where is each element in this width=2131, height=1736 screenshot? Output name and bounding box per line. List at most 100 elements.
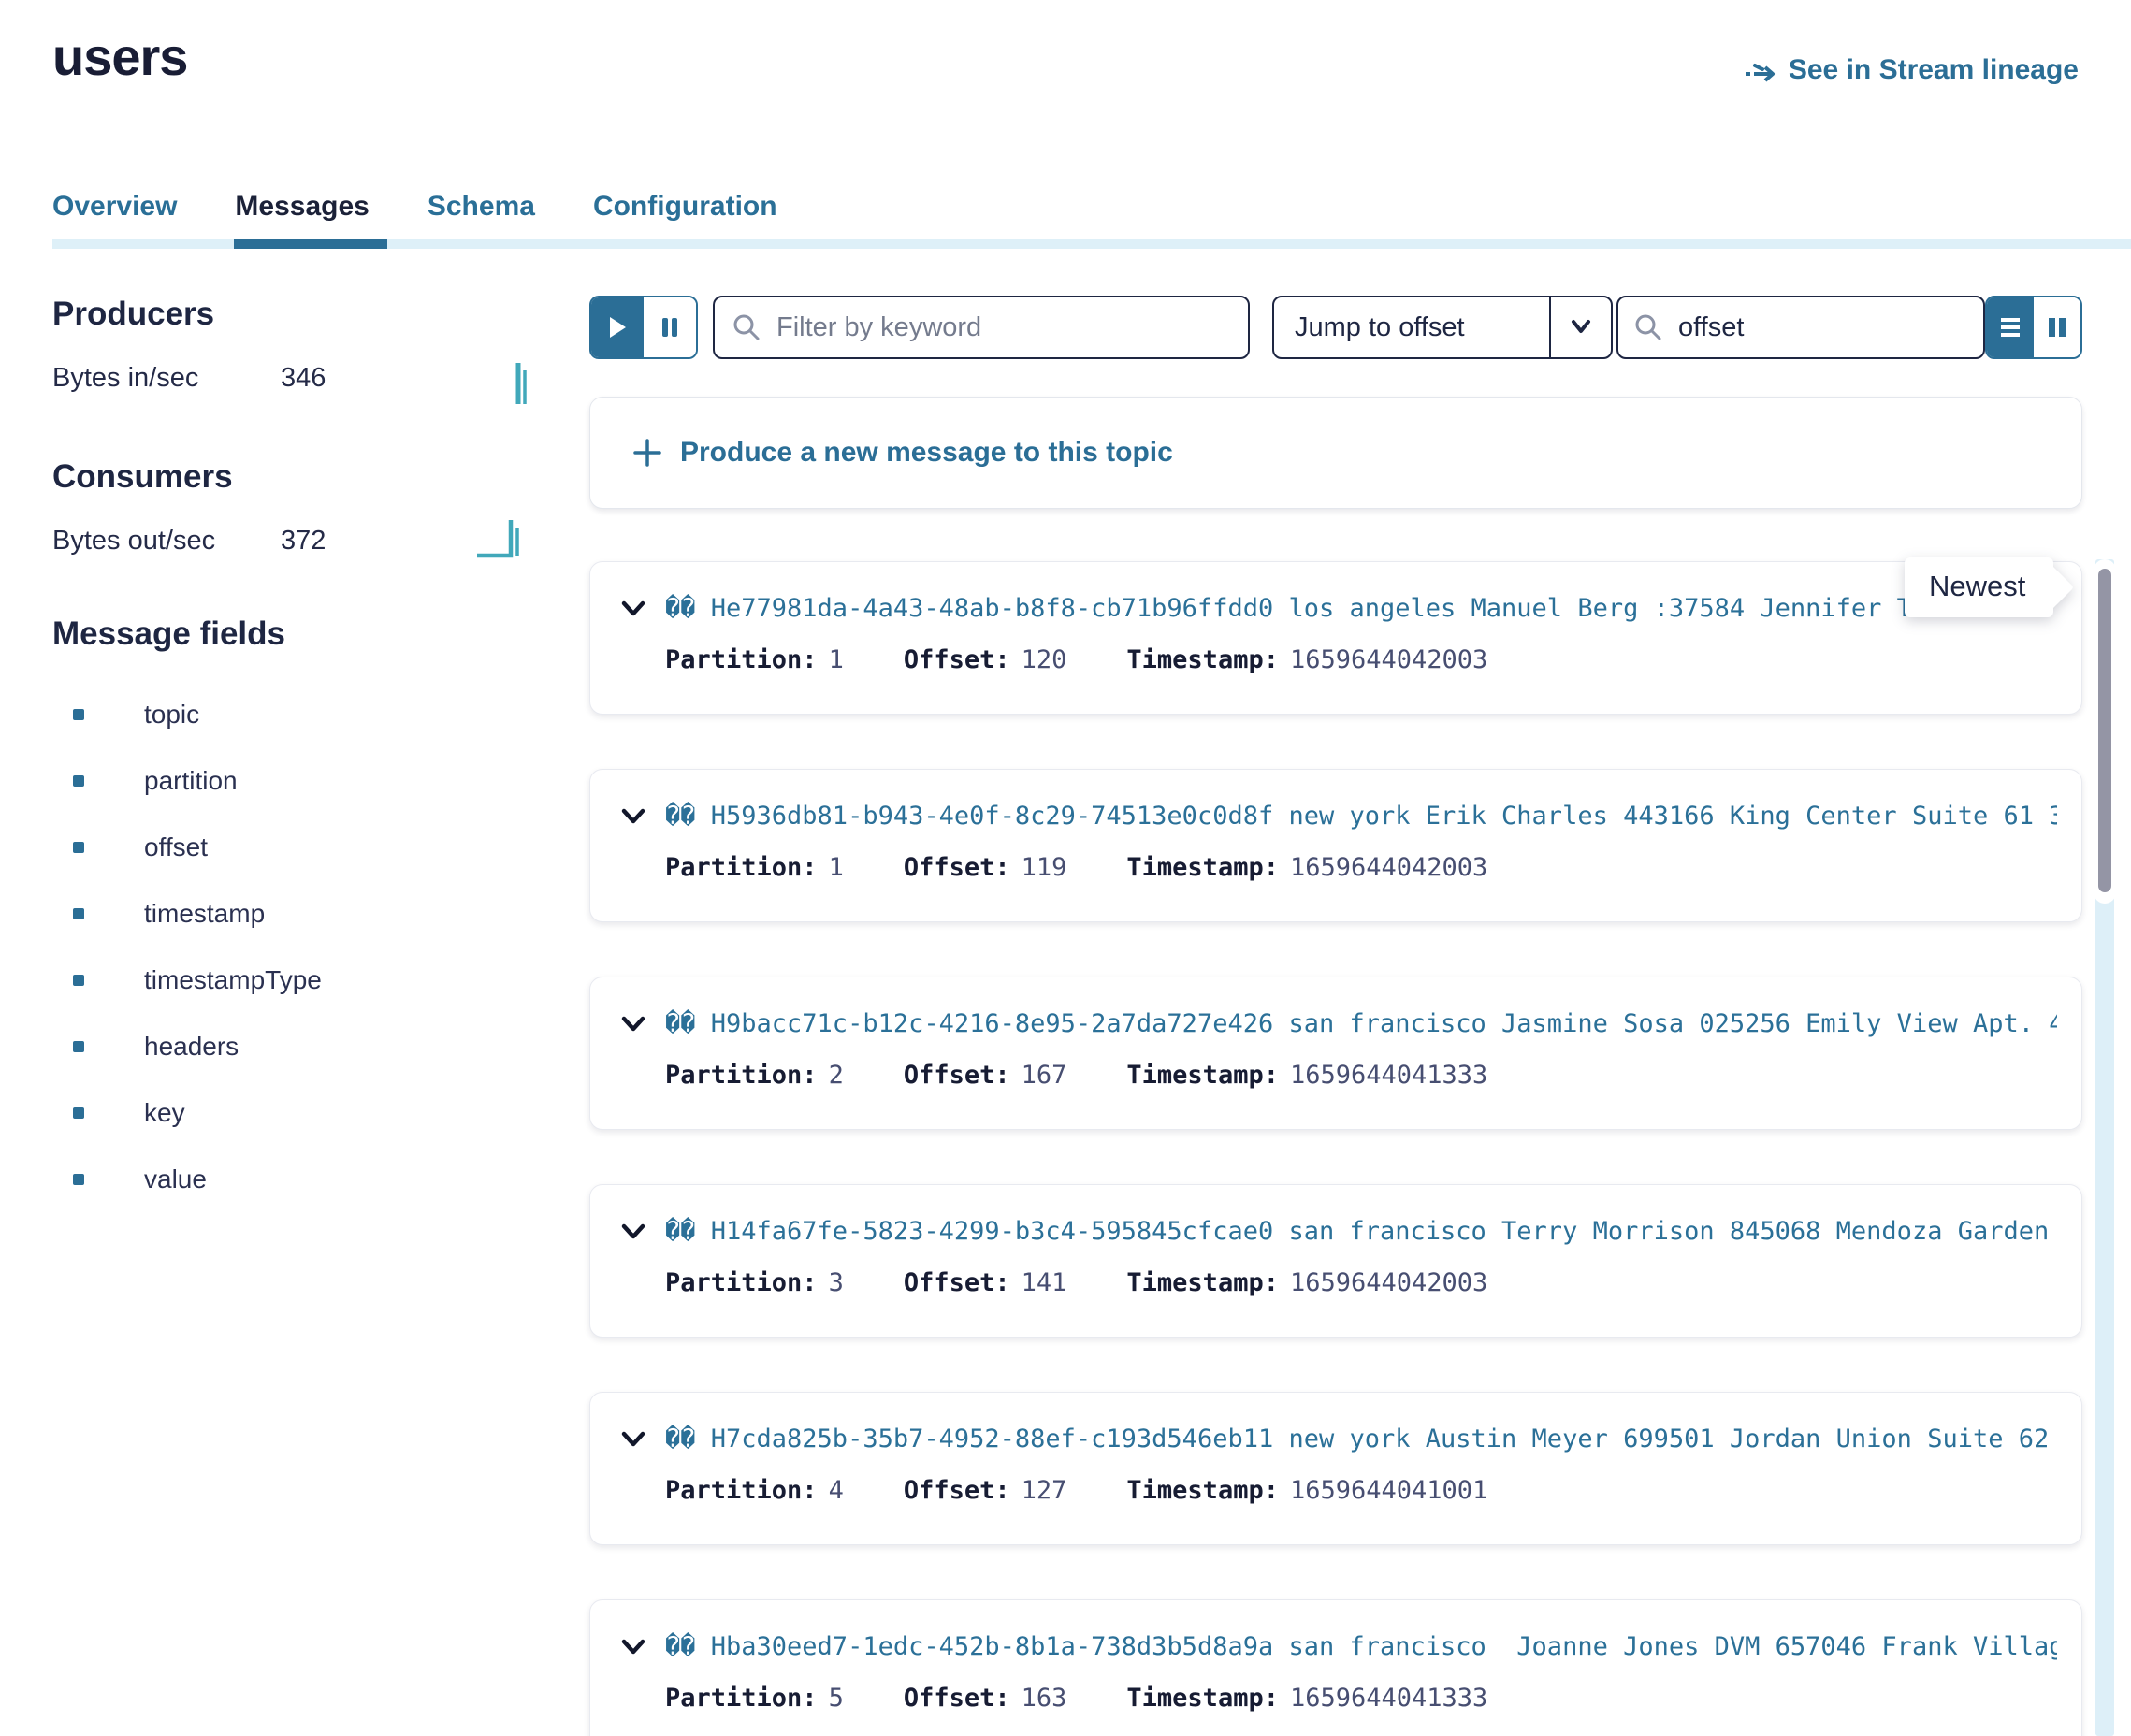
messages-toolbar: Jump to offset	[589, 296, 2082, 359]
field-item-value[interactable]: value	[52, 1146, 322, 1212]
expand-chevron-down-icon[interactable]	[620, 1430, 646, 1449]
offset-search-box	[1616, 296, 1985, 359]
offset-value: 163	[1022, 1684, 1067, 1713]
plus-icon	[631, 437, 663, 469]
partition-label: Partition:	[665, 1268, 818, 1297]
message-meta: Partition:1 Offset:120 Timestamp:1659644…	[620, 645, 2057, 674]
producers-heading: Producers	[52, 296, 214, 333]
filter-input-box	[713, 296, 1250, 359]
bytes-in-sparkline-chart	[503, 359, 541, 412]
timestamp-value: 1659644042003	[1290, 645, 1487, 674]
timestamp-label: Timestamp:	[1126, 1684, 1279, 1713]
column-view-button[interactable]	[2034, 297, 2080, 357]
field-bullet-icon	[73, 709, 84, 720]
timestamp-value: 1659644042003	[1290, 853, 1487, 882]
field-bullet-icon	[73, 775, 84, 787]
bytes-out-metric: Bytes out/sec 372	[52, 526, 492, 557]
bytes-in-metric: Bytes in/sec 346	[52, 363, 492, 394]
message-key[interactable]: �� H5936db81-b943-4e0f-8c29-74513e0c0d8f…	[665, 802, 2057, 831]
message-meta: Partition:1 Offset:119 Timestamp:1659644…	[620, 853, 2057, 882]
field-item-key[interactable]: key	[52, 1079, 322, 1146]
newest-tooltip-label: Newest	[1929, 570, 2025, 602]
jump-to-offset-select[interactable]: Jump to offset	[1272, 296, 1613, 359]
offset-label: Offset:	[904, 645, 1010, 674]
play-pause-toggle	[589, 296, 698, 359]
field-bullet-icon	[73, 1174, 84, 1185]
tab-underline-track	[52, 239, 2131, 249]
message-row: �� H14fa67fe-5823-4299-b3c4-595845cfcae0…	[589, 1184, 2082, 1338]
offset-label: Offset:	[904, 1061, 1010, 1090]
play-button[interactable]	[591, 297, 644, 357]
message-fields-heading: Message fields	[52, 615, 285, 653]
scrollbar-thumb[interactable]	[2098, 569, 2111, 892]
bytes-in-label: Bytes in/sec	[52, 363, 281, 394]
timestamp-label: Timestamp:	[1126, 1268, 1279, 1297]
field-item-timestampType[interactable]: timestampType	[52, 947, 322, 1013]
timestamp-label: Timestamp:	[1126, 853, 1279, 882]
partition-value: 1	[829, 645, 844, 674]
stream-lineage-icon	[1744, 56, 1777, 84]
offset-search-input[interactable]	[1676, 311, 1976, 344]
message-fields-list: topic partition offset timestamp timesta…	[52, 681, 322, 1212]
pause-icon	[660, 315, 680, 340]
message-key[interactable]: �� Hba30eed7-1edc-452b-8b1a-738d3b5d8a9a…	[665, 1632, 2057, 1661]
field-bullet-icon	[73, 1041, 84, 1052]
message-key[interactable]: �� H14fa67fe-5823-4299-b3c4-595845cfcae0…	[665, 1217, 2057, 1246]
message-row: �� H5936db81-b943-4e0f-8c29-74513e0c0d8f…	[589, 769, 2082, 922]
field-label: key	[144, 1098, 185, 1128]
offset-label: Offset:	[904, 1684, 1010, 1713]
field-item-headers[interactable]: headers	[52, 1013, 322, 1079]
message-key[interactable]: �� He77981da-4a43-48ab-b8f8-cb71b96ffdd0…	[665, 594, 2057, 623]
partition-label: Partition:	[665, 1684, 818, 1713]
tab-schema[interactable]: Schema	[428, 191, 535, 223]
field-item-timestamp[interactable]: timestamp	[52, 880, 322, 947]
message-key[interactable]: �� H9bacc71c-b12c-4216-8e95-2a7da727e426…	[665, 1009, 2057, 1038]
produce-message-button[interactable]: Produce a new message to this topic	[589, 397, 2082, 509]
consumers-heading: Consumers	[52, 458, 233, 496]
field-label: partition	[144, 766, 238, 796]
field-bullet-icon	[73, 1107, 84, 1119]
message-meta: Partition:5 Offset:163 Timestamp:1659644…	[620, 1684, 2057, 1713]
topic-page: users See in Stream lineage Overview Mes…	[0, 0, 2131, 1736]
jump-to-offset-value: Jump to offset	[1274, 297, 1549, 357]
expand-chevron-down-icon[interactable]	[620, 600, 646, 618]
field-item-partition[interactable]: partition	[52, 747, 322, 814]
tab-overview[interactable]: Overview	[52, 191, 177, 223]
timestamp-label: Timestamp:	[1126, 1476, 1279, 1505]
partition-value: 1	[829, 853, 844, 882]
field-label: timestamp	[144, 899, 265, 929]
search-icon	[732, 312, 761, 342]
field-label: headers	[144, 1032, 239, 1062]
expand-chevron-down-icon[interactable]	[620, 1015, 646, 1034]
timestamp-label: Timestamp:	[1126, 645, 1279, 674]
expand-chevron-down-icon[interactable]	[620, 1638, 646, 1656]
message-key[interactable]: �� H7cda825b-35b7-4952-88ef-c193d546eb11…	[665, 1425, 2057, 1454]
field-label: offset	[144, 832, 208, 862]
pause-button[interactable]	[644, 297, 696, 357]
partition-label: Partition:	[665, 853, 818, 882]
field-item-offset[interactable]: offset	[52, 814, 322, 880]
stream-lineage-link[interactable]: See in Stream lineage	[1744, 54, 2079, 86]
timestamp-value: 1659644042003	[1290, 1268, 1487, 1297]
field-item-topic[interactable]: topic	[52, 681, 322, 747]
message-meta: Partition:2 Offset:167 Timestamp:1659644…	[620, 1061, 2057, 1090]
offset-value: 127	[1022, 1476, 1067, 1505]
message-row: �� He77981da-4a43-48ab-b8f8-cb71b96ffdd0…	[589, 561, 2082, 715]
message-row: �� H9bacc71c-b12c-4216-8e95-2a7da727e426…	[589, 976, 2082, 1130]
tab-messages[interactable]: Messages	[235, 191, 369, 223]
stream-lineage-label: See in Stream lineage	[1789, 54, 2079, 86]
tab-configuration[interactable]: Configuration	[593, 191, 777, 223]
chevron-down-icon	[1549, 297, 1611, 357]
message-list-scrollbar[interactable]	[2095, 559, 2114, 1736]
expand-chevron-down-icon[interactable]	[620, 807, 646, 826]
offset-value: 167	[1022, 1061, 1067, 1090]
field-bullet-icon	[73, 975, 84, 986]
expand-chevron-down-icon[interactable]	[620, 1222, 646, 1241]
filter-input[interactable]	[775, 311, 1240, 344]
view-mode-toggle	[1985, 296, 2082, 359]
list-view-button[interactable]	[1987, 297, 2034, 357]
list-view-icon	[1997, 314, 2023, 340]
tab-bar: Overview Messages Schema Configuration	[52, 191, 777, 223]
timestamp-label: Timestamp:	[1126, 1061, 1279, 1090]
field-label: value	[144, 1165, 207, 1194]
